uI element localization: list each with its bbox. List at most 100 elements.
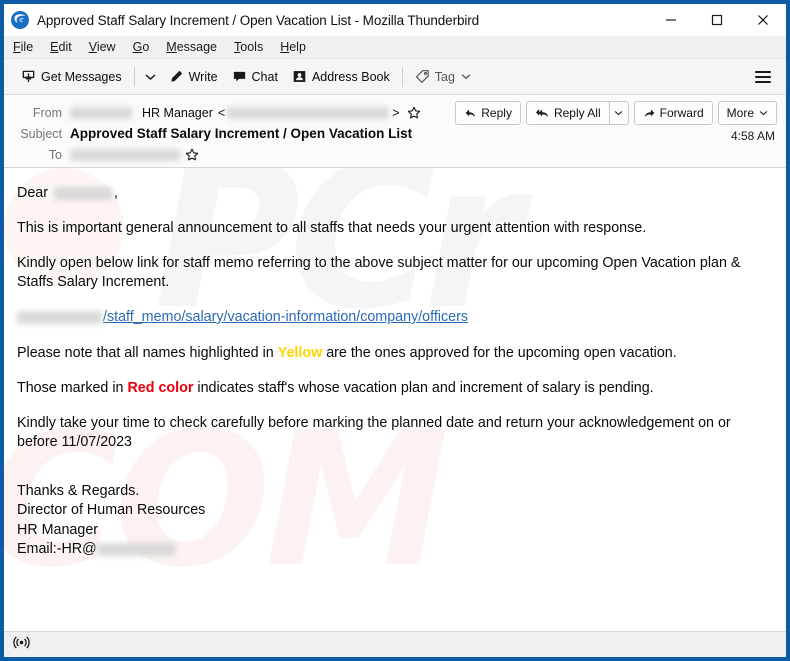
subject-label: Subject — [20, 126, 62, 141]
link-domain-redacted — [17, 310, 102, 324]
hamburger-bar-3 — [755, 80, 771, 83]
from-angle-open: < — [217, 105, 226, 120]
forward-arrow-icon — [643, 107, 656, 120]
signature-line-4: Email:-HR@ — [17, 540, 772, 559]
reply-label: Reply — [481, 106, 512, 120]
contact-card-icon — [292, 69, 307, 84]
greeting-line: Dear , — [17, 184, 772, 203]
address-book-button[interactable]: Address Book — [285, 64, 397, 90]
message-actions: Reply Reply All Forward More — [450, 101, 777, 125]
from-prefix-redacted — [70, 106, 132, 119]
signature-line-1: Thanks & Regards. — [17, 483, 140, 499]
minimize-button[interactable] — [648, 4, 694, 36]
paragraph-1: This is important general announcement t… — [17, 220, 647, 236]
reply-button[interactable]: Reply — [455, 101, 521, 125]
paragraph-3-before: Please note that all names highlighted i… — [17, 345, 274, 361]
reply-all-group: Reply All — [525, 101, 629, 125]
window-title: Approved Staff Salary Increment / Open V… — [37, 12, 480, 28]
to-value — [70, 148, 776, 162]
signature-email-domain-redacted — [96, 543, 175, 557]
menu-help-label: elp — [289, 40, 306, 54]
from-display-name[interactable]: HR Manager — [142, 106, 213, 120]
paragraph-4-before: Those marked in — [17, 380, 124, 396]
reply-all-arrow-icon — [535, 107, 550, 120]
more-button[interactable]: More — [717, 101, 777, 125]
paragraph-5: Kindly take your time to check carefully… — [17, 415, 731, 450]
message-time: 4:58 AM — [730, 129, 775, 143]
hamburger-bar-1 — [755, 70, 771, 73]
menu-file[interactable]: File — [13, 40, 42, 54]
phishing-link[interactable]: /staff_memo/salary/vacation-information/… — [103, 309, 468, 325]
main-toolbar: Get Messages Write Chat Address Book Tag — [4, 59, 786, 95]
forward-label: Forward — [659, 106, 704, 120]
tag-icon — [415, 69, 430, 84]
tag-button[interactable]: Tag — [408, 64, 484, 90]
chat-button[interactable]: Chat — [225, 64, 285, 90]
email-content: Dear , This is important general announc… — [17, 184, 772, 560]
header-row-to: To — [14, 144, 776, 165]
paragraph-2: Kindly open below link for staff memo re… — [17, 255, 741, 290]
menu-tools[interactable]: Tools — [234, 40, 272, 54]
reply-all-dropdown[interactable] — [608, 101, 629, 125]
menu-file-label: ile — [20, 40, 34, 54]
forward-button[interactable]: Forward — [633, 101, 713, 125]
signature-block: Thanks & Regards. Director of Human Reso… — [17, 482, 772, 560]
chat-label: Chat — [251, 69, 278, 84]
star-outline-icon[interactable] — [407, 106, 421, 120]
reply-all-button[interactable]: Reply All — [525, 101, 609, 125]
get-messages-button[interactable]: Get Messages — [14, 64, 129, 90]
address-book-label: Address Book — [311, 69, 390, 84]
hamburger-menu-icon[interactable] — [748, 64, 778, 90]
to-label: To — [48, 147, 62, 162]
message-header: From HR Manager < > Subject Approved Sta… — [4, 95, 786, 168]
broadcast-signal-icon[interactable] — [13, 635, 30, 655]
menu-view[interactable]: View — [89, 40, 125, 54]
signature-line-2: Director of Human Resources — [17, 502, 206, 519]
greeting-suffix: , — [113, 185, 118, 201]
menu-file-accel: F — [13, 40, 21, 54]
speech-bubble-icon — [232, 69, 247, 84]
menu-help-accel: H — [280, 40, 290, 54]
menu-go-label: o — [142, 40, 150, 54]
reply-all-label: Reply All — [553, 106, 601, 120]
paragraph-4: Those marked in Red color indicates staf… — [17, 379, 772, 398]
from-label: From — [32, 105, 62, 120]
menu-message-accel: M — [166, 40, 177, 54]
get-messages-dropdown[interactable] — [140, 64, 162, 90]
header-row-subject: Subject Approved Staff Salary Increment … — [14, 123, 776, 144]
menu-go[interactable]: Go — [133, 40, 159, 54]
paragraph-3: Please note that all names highlighted i… — [17, 344, 772, 363]
to-address-redacted — [70, 148, 180, 161]
window-inner: Approved Staff Salary Increment / Open V… — [4, 4, 786, 657]
write-label: Write — [188, 69, 218, 84]
phishing-link-line: /staff_memo/salary/vacation-information/… — [17, 308, 772, 327]
thunderbird-window: Approved Staff Salary Increment / Open V… — [0, 0, 790, 661]
paragraph-3-after: are the ones approved for the upcoming o… — [326, 345, 677, 361]
title-bar: Approved Staff Salary Increment / Open V… — [4, 4, 786, 36]
download-inbox-icon — [21, 69, 36, 84]
signature-email-prefix: Email:-HR@ — [17, 541, 97, 558]
menu-bar: File Edit View Go Message Tools Help — [4, 36, 786, 59]
message-body: PCr COM Dear , This is important general… — [4, 168, 786, 622]
subject-value: Approved Staff Salary Increment / Open V… — [70, 126, 413, 141]
reply-arrow-icon — [464, 107, 477, 120]
pencil-icon — [169, 69, 184, 84]
get-messages-label: Get Messages — [41, 69, 122, 84]
greeting-name-redacted — [53, 186, 112, 200]
menu-edit[interactable]: Edit — [50, 40, 81, 54]
menu-view-accel: V — [88, 40, 97, 54]
close-button[interactable] — [740, 4, 786, 36]
more-label: More — [726, 106, 754, 120]
write-button[interactable]: Write — [162, 64, 225, 90]
menu-tools-label: ools — [240, 40, 264, 54]
tag-dropdown-caret-icon[interactable] — [455, 64, 477, 90]
menu-message[interactable]: Message — [166, 40, 226, 54]
maximize-button[interactable] — [694, 4, 740, 36]
to-star-outline-icon[interactable] — [185, 148, 199, 162]
hamburger-bar-2 — [755, 75, 771, 78]
tag-label: Tag — [434, 69, 455, 84]
menu-edit-label: dit — [58, 40, 72, 54]
menu-help[interactable]: Help — [280, 40, 315, 54]
toolbar-separator-2 — [401, 66, 403, 87]
menu-message-label: essage — [176, 40, 218, 54]
